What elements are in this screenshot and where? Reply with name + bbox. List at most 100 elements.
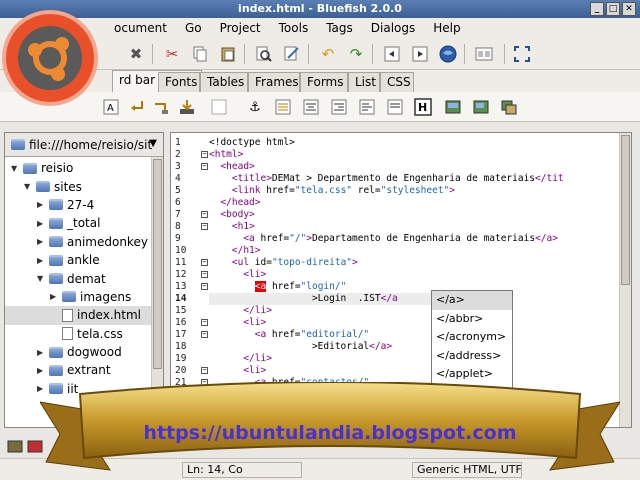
tab-css[interactable]: CSS (380, 72, 414, 92)
tree-folder-row[interactable]: ▶ 27-4 (5, 196, 151, 214)
code-line[interactable]: <body> (209, 209, 254, 221)
find-icon[interactable] (252, 42, 276, 66)
editor-scrollbar[interactable] (619, 133, 631, 427)
code-line[interactable]: </h1> (209, 245, 261, 257)
code-line[interactable]: </head> (209, 197, 260, 209)
image-icon[interactable] (442, 96, 464, 118)
menu-document[interactable]: ocument (112, 21, 169, 35)
maximize-button[interactable]: □ (606, 2, 620, 16)
tree-folder-row[interactable]: ▶ ankle (5, 251, 151, 269)
code-line[interactable]: <!doctype html> (209, 137, 295, 149)
code-line[interactable]: >Editorial</a> (209, 341, 392, 353)
expanded-arrow-icon[interactable]: ▼ (37, 274, 47, 283)
fold-toggle-icon[interactable]: − (201, 367, 208, 374)
email-icon[interactable] (384, 96, 406, 118)
comment-icon[interactable] (356, 96, 378, 118)
fold-toggle-icon[interactable]: − (201, 319, 208, 326)
undo-icon[interactable]: ↶ (316, 42, 340, 66)
autocomplete-item[interactable]: </a> (432, 291, 512, 310)
fold-toggle-icon[interactable]: − (201, 331, 208, 338)
preview-browser-icon[interactable] (436, 42, 460, 66)
menu-tags[interactable]: Tags (324, 21, 355, 35)
fold-toggle-icon[interactable]: − (201, 283, 208, 290)
tab-forms[interactable]: Forms (300, 72, 348, 92)
autocomplete-item[interactable]: </acronym> (432, 328, 512, 347)
close-icon[interactable]: ✖ (124, 42, 148, 66)
collapsed-arrow-icon[interactable]: ▶ (37, 237, 47, 246)
menu-project[interactable]: Project (218, 21, 263, 35)
tab-list[interactable]: List (348, 72, 380, 92)
tree-folder-row[interactable]: ▶ imagens (5, 288, 151, 306)
non-breaking-space-icon[interactable] (208, 96, 230, 118)
chevron-down-icon[interactable]: ▼ (149, 138, 157, 149)
fold-toggle-icon[interactable]: − (201, 163, 208, 170)
code-line[interactable]: <head> (209, 161, 254, 173)
autocomplete-item[interactable]: </abbr> (432, 310, 512, 329)
tab-fonts[interactable]: Fonts (158, 72, 200, 92)
fold-toggle-icon[interactable]: − (201, 223, 208, 230)
code-line[interactable]: <a href="editorial/" (209, 329, 369, 341)
anchor-icon[interactable]: ⚓ (244, 96, 266, 118)
code-line[interactable]: <html> (209, 149, 243, 161)
fold-toggle-icon[interactable]: − (201, 211, 208, 218)
paragraph-icon[interactable]: A (100, 96, 122, 118)
tree-folder-row[interactable]: ▼ reisio (5, 159, 151, 177)
autocomplete-item[interactable]: </applet> (432, 365, 512, 384)
multi-thumbnail-icon[interactable] (498, 96, 520, 118)
code-line[interactable]: <li> (209, 365, 266, 377)
tab-tables[interactable]: Tables (200, 72, 248, 92)
collapsed-arrow-icon[interactable]: ▶ (37, 256, 47, 265)
minimize-button[interactable]: _ (590, 2, 604, 16)
tree-folder-row[interactable]: ▶ _total (5, 214, 151, 232)
menu-go[interactable]: Go (183, 21, 204, 35)
code-line[interactable]: </li> (209, 305, 272, 317)
fullscreen-icon[interactable] (510, 42, 534, 66)
code-line[interactable]: <a href="/">Departamento de Engenharia d… (209, 233, 558, 245)
replace-icon[interactable] (280, 42, 304, 66)
unindent-icon[interactable] (380, 42, 404, 66)
tree-file-row[interactable]: index.html (5, 306, 151, 325)
horizontal-rule-icon[interactable] (272, 96, 294, 118)
insert-image-icon[interactable] (176, 96, 198, 118)
code-line[interactable]: <li> (209, 317, 266, 329)
scrollbar-thumb[interactable] (621, 135, 630, 285)
collapsed-arrow-icon[interactable]: ▶ (37, 366, 47, 375)
code-line[interactable]: </li> (209, 353, 272, 365)
code-line[interactable]: <h1> (209, 221, 255, 233)
break-clear-icon[interactable] (150, 96, 172, 118)
menu-tools[interactable]: Tools (277, 21, 311, 35)
indent-icon[interactable] (408, 42, 432, 66)
view-icon[interactable] (472, 42, 496, 66)
tree-folder-row[interactable]: ▶ extrant (5, 361, 151, 379)
center-icon[interactable] (300, 96, 322, 118)
autocomplete-item[interactable]: </address> (432, 347, 512, 366)
collapsed-arrow-icon[interactable]: ▶ (37, 348, 47, 357)
code-line[interactable]: <li> (209, 269, 266, 281)
paste-icon[interactable] (216, 42, 240, 66)
collapsed-arrow-icon[interactable]: ▶ (50, 292, 60, 301)
tree-folder-row[interactable]: ▶ dogwood (5, 343, 151, 361)
cut-icon[interactable]: ✂ (160, 42, 184, 66)
tab-frames[interactable]: Frames (248, 72, 300, 92)
code-line[interactable]: <title>DEMat > Departmento de Engenharia… (209, 173, 564, 185)
fold-toggle-icon[interactable]: − (201, 271, 208, 278)
tree-folder-row[interactable]: ▶ animedonkey (5, 233, 151, 251)
redo-icon[interactable]: ↷ (344, 42, 368, 66)
expanded-arrow-icon[interactable]: ▼ (24, 182, 34, 191)
fold-toggle-icon[interactable]: − (201, 259, 208, 266)
close-window-button[interactable]: ✕ (622, 2, 636, 16)
break-icon[interactable] (126, 96, 148, 118)
code-line[interactable]: <ul id="topo-direita"> (209, 257, 358, 269)
tree-file-row[interactable]: tela.css (5, 325, 151, 343)
align-right-icon[interactable] (328, 96, 350, 118)
heading-icon[interactable]: H (412, 96, 434, 118)
fold-toggle-icon[interactable]: − (201, 151, 208, 158)
copy-icon[interactable] (188, 42, 212, 66)
expanded-arrow-icon[interactable]: ▼ (11, 164, 21, 173)
collapsed-arrow-icon[interactable]: ▶ (37, 200, 47, 209)
tree-folder-row[interactable]: ▼ sites (5, 177, 151, 195)
code-line[interactable]: <a href="login/" (209, 281, 346, 293)
path-selector[interactable]: file:///home/reisio/sites ▼ (5, 133, 163, 157)
tree-folder-row[interactable]: ▼ demat (5, 269, 151, 287)
thumbnail-icon[interactable] (470, 96, 492, 118)
